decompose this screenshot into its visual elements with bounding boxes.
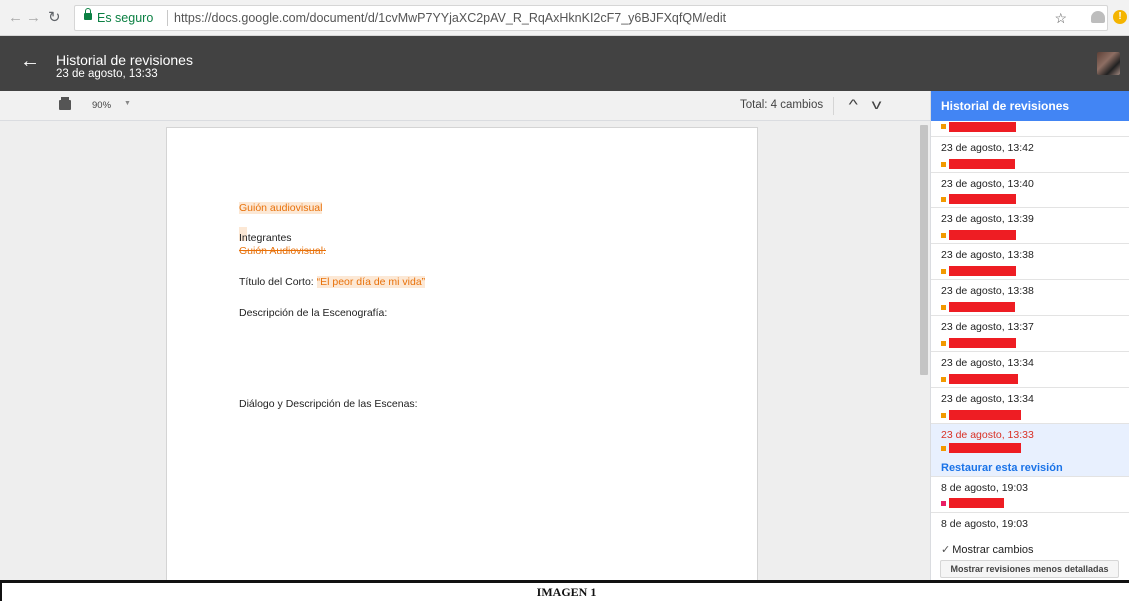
revision-item[interactable] (931, 121, 1129, 137)
url-text[interactable]: https://docs.google.com/document/d/1cvMw… (174, 6, 726, 30)
toolbar-divider (833, 97, 834, 115)
document-scrollbar[interactable] (920, 125, 928, 375)
title-line: Título del Corto: “El peor día de mi vid… (239, 276, 426, 288)
back-icon[interactable]: ← (8, 9, 23, 26)
revision-time: 23 de agosto, 13:38 (941, 285, 1034, 297)
checkmark-icon: ✓ (941, 544, 951, 556)
redacted-author (949, 443, 1021, 453)
revision-time: 23 de agosto, 13:42 (941, 142, 1034, 154)
revision-color-dot (941, 377, 946, 382)
less-detailed-revisions-button[interactable]: Mostrar revisiones menos detalladas (940, 560, 1119, 578)
revision-item[interactable]: 23 de agosto, 13:34 (931, 352, 1129, 388)
redacted-author (949, 194, 1016, 204)
text-line: Descripción de la Escenografía: (239, 307, 388, 319)
revision-item[interactable]: 23 de agosto, 13:34 (931, 388, 1129, 424)
text-line: Diálogo y Descripción de las Escenas: (239, 398, 418, 410)
figure-caption: IMAGEN 1 (536, 585, 597, 599)
revision-time: 23 de agosto, 13:33 (941, 429, 1034, 441)
revision-color-dot (941, 197, 946, 202)
deleted-text: Guión Audiovisual: (239, 245, 326, 257)
document-canvas: Guión audiovisual Integrantes Guión Audi… (0, 121, 930, 587)
revision-time: 23 de agosto, 13:39 (941, 213, 1034, 225)
inserted-text: Guión audiovisual (239, 202, 323, 214)
revision-color-dot (941, 501, 946, 506)
address-bar[interactable]: Es seguro https://docs.google.com/docume… (74, 5, 1108, 31)
show-changes-checkbox[interactable]: ✓ Mostrar cambios (941, 543, 1034, 556)
panel-footer: ✓ Mostrar cambios Mostrar revisiones meno… (931, 533, 1129, 581)
revision-item[interactable]: 8 de agosto, 19:03 (931, 477, 1129, 513)
document-page[interactable]: Guión audiovisual Integrantes Guión Audi… (166, 127, 758, 587)
redacted-author (949, 122, 1016, 132)
revision-time: 23 de agosto, 13:38 (941, 249, 1034, 261)
chevron-down-icon[interactable]: ▼ (124, 100, 131, 107)
forward-icon[interactable]: → (26, 9, 41, 26)
restore-revision-link[interactable]: Restaurar esta revisión (941, 462, 1063, 474)
total-changes: Total: 4 cambios (740, 99, 824, 111)
revision-time: 23 de agosto, 13:34 (941, 357, 1034, 369)
redacted-author (949, 159, 1015, 169)
lock-icon (84, 8, 92, 20)
extension-icon[interactable] (1091, 11, 1105, 23)
text-line: Integrantes (239, 232, 292, 244)
header-subtitle: 23 de agosto, 13:33 (56, 68, 158, 80)
revision-item[interactable]: 23 de agosto, 13:37 (931, 316, 1129, 352)
bookmark-star-icon[interactable]: ☆ (1054, 6, 1067, 30)
next-change-icon[interactable]: v (872, 96, 882, 112)
revision-color-dot (941, 305, 946, 310)
revision-color-dot (941, 162, 946, 167)
back-arrow-icon[interactable]: ← (20, 50, 40, 73)
revision-item[interactable]: 23 de agosto, 13:42 (931, 137, 1129, 173)
avatar[interactable] (1097, 52, 1120, 75)
screen: ← → ↻ Es seguro https://docs.google.com/… (0, 0, 1129, 601)
revision-time: 8 de agosto, 19:03 (941, 482, 1028, 494)
revision-item[interactable]: 23 de agosto, 13:38 (931, 280, 1129, 316)
revision-toolbar: 90% ▼ Total: 4 cambios ^ v (0, 91, 930, 121)
secure-label: Es seguro (97, 11, 154, 25)
revision-header: ← Historial de revisiones 23 de agosto, … (0, 36, 1129, 91)
zoom-select[interactable]: 90% (92, 100, 111, 111)
revision-item[interactable]: 23 de agosto, 13:39 (931, 208, 1129, 244)
revision-color-dot (941, 341, 946, 346)
revision-time: 23 de agosto, 13:34 (941, 393, 1034, 405)
previous-change-icon[interactable]: ^ (849, 96, 858, 112)
redacted-author (949, 266, 1016, 276)
title-label: Título del Corto: (239, 276, 317, 288)
revision-item-selected[interactable]: 23 de agosto, 13:33 Restaurar esta revis… (931, 424, 1129, 477)
revision-panel: Historial de revisiones 23 de agosto, 13… (930, 91, 1129, 581)
redacted-author (949, 374, 1018, 384)
revision-color-dot (941, 124, 946, 129)
header-title: Historial de revisiones (56, 52, 193, 68)
revision-item[interactable]: 23 de agosto, 13:38 (931, 244, 1129, 280)
revision-time: 8 de agosto, 19:03 (941, 518, 1028, 530)
url-separator (167, 10, 168, 26)
show-changes-label: Mostrar cambios (952, 544, 1034, 556)
redacted-author (949, 410, 1021, 420)
revision-item[interactable]: 23 de agosto, 13:40 (931, 173, 1129, 208)
browser-toolbar: ← → ↻ Es seguro https://docs.google.com/… (0, 0, 1129, 36)
redacted-author (949, 498, 1004, 508)
revision-color-dot (941, 446, 946, 451)
redacted-author (949, 302, 1015, 312)
notification-icon[interactable]: ! (1113, 10, 1127, 24)
revision-color-dot (941, 413, 946, 418)
panel-title: Historial de revisiones (931, 91, 1129, 121)
revision-time: 23 de agosto, 13:37 (941, 321, 1034, 333)
revision-color-dot (941, 269, 946, 274)
caption-strip: IMAGEN 1 (0, 583, 1129, 601)
inserted-text: “El peor día de mi vida” (316, 276, 426, 288)
revision-time: 23 de agosto, 13:40 (941, 178, 1034, 190)
reload-icon[interactable]: ↻ (48, 8, 61, 26)
print-icon[interactable] (59, 97, 71, 110)
redacted-author (949, 230, 1016, 240)
revision-color-dot (941, 233, 946, 238)
redacted-author (949, 338, 1016, 348)
